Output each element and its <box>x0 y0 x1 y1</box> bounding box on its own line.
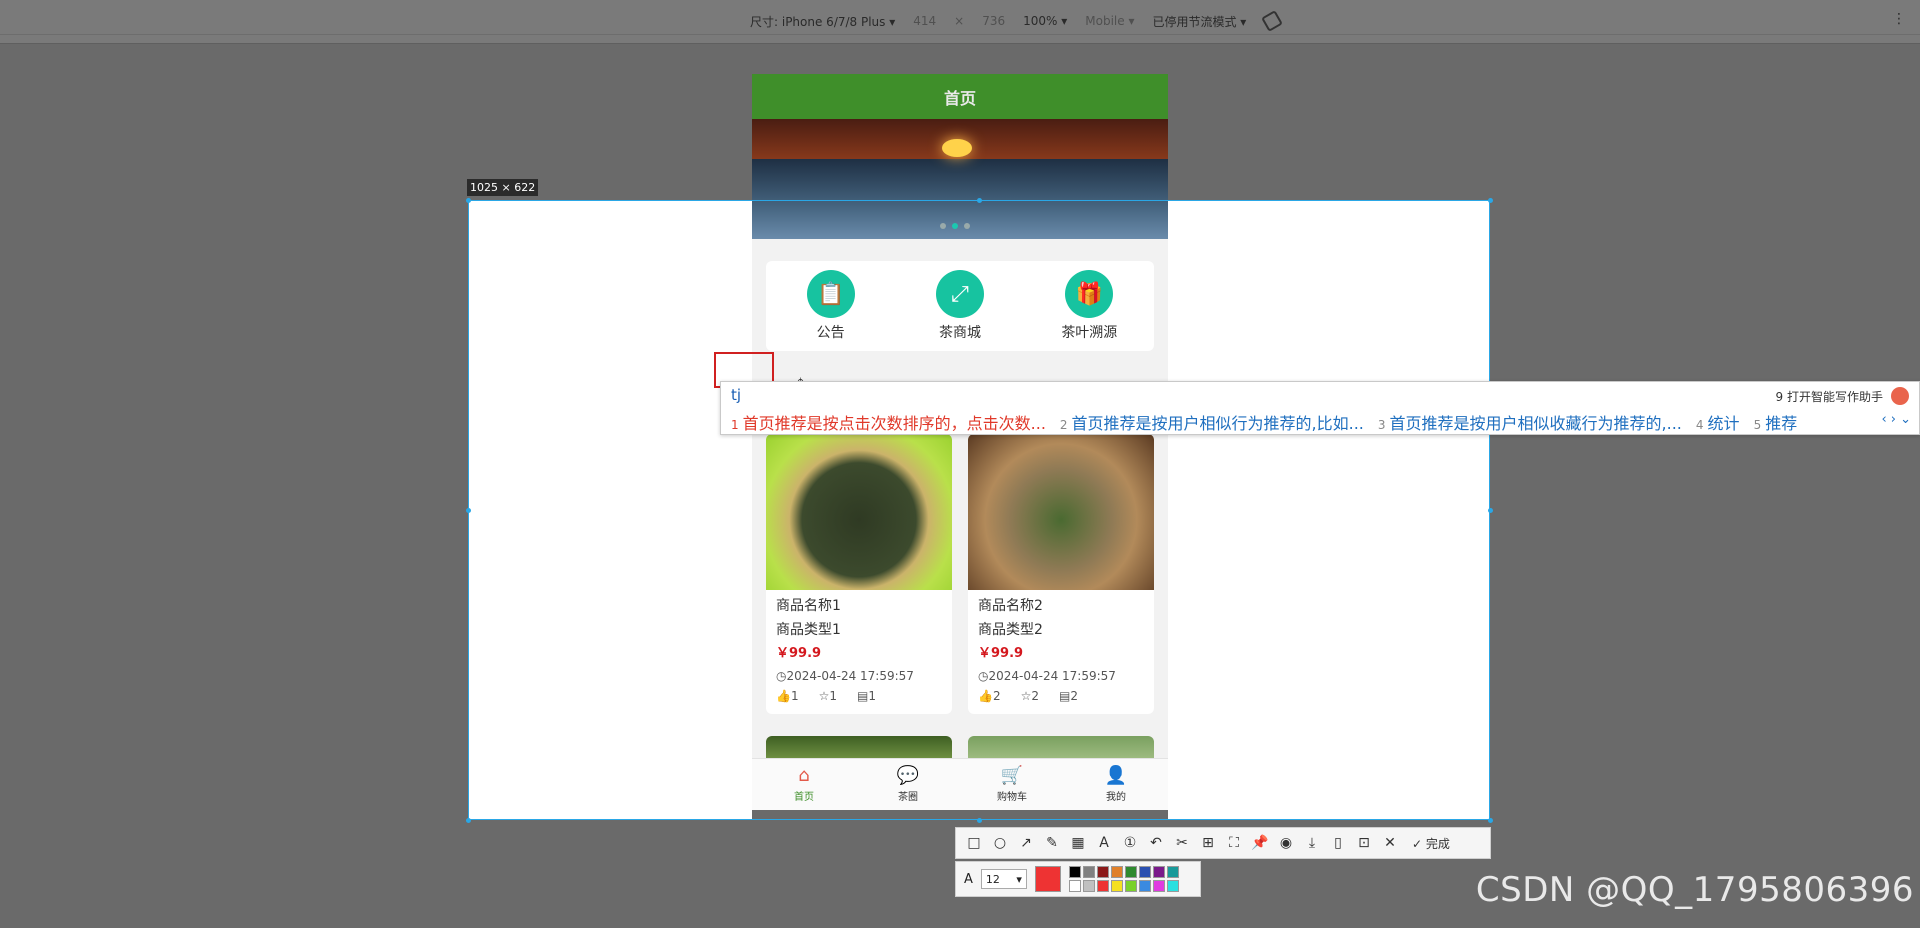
resize-handle[interactable] <box>466 818 471 823</box>
color-swatch[interactable] <box>1124 866 1137 878</box>
font-icon: A <box>964 871 973 887</box>
resize-handle[interactable] <box>977 818 982 823</box>
width-input[interactable]: 414 <box>913 14 936 28</box>
ime-candidates: 1 首页推荐是按点击次数排序的，点击次数... 2 首页推荐是按用户相似行为推荐的,… <box>731 410 1797 434</box>
phone-icon[interactable]: ▯ <box>1328 835 1348 851</box>
device-toolbar: 尺寸: iPhone 6/7/8 Plus ▾ 414 × 736 100% ▾… <box>750 10 1284 32</box>
resize-handle[interactable] <box>466 198 471 203</box>
font-size-select[interactable]: 12 ▾ <box>980 869 1027 889</box>
color-swatch[interactable] <box>1082 880 1095 892</box>
device-select[interactable]: 尺寸: iPhone 6/7/8 Plus ▾ <box>750 13 895 30</box>
ocr-icon[interactable]: ⛶ <box>1224 835 1244 851</box>
height-input[interactable]: 736 <box>982 14 1005 28</box>
color-swatch[interactable] <box>1138 866 1151 878</box>
text-style-toolbar: A 12 ▾ <box>955 861 1201 897</box>
color-swatch[interactable] <box>1166 880 1179 892</box>
color-swatch[interactable] <box>1096 866 1109 878</box>
arrow-icon[interactable]: ↗ <box>1016 835 1036 851</box>
rectangle-icon[interactable]: □ <box>964 835 984 851</box>
pin-icon[interactable]: 📌 <box>1250 835 1270 851</box>
resize-handle[interactable] <box>466 508 471 513</box>
color-palette <box>1068 866 1179 892</box>
download-icon[interactable]: ⤓ <box>1302 835 1322 851</box>
app-header: 首页 <box>752 74 1168 119</box>
throttle-select[interactable]: 已停用节流模式 ▾ <box>1152 13 1246 30</box>
color-swatch[interactable] <box>1138 880 1151 892</box>
bookmark-icon[interactable]: ⊡ <box>1354 835 1374 851</box>
resize-handle[interactable] <box>1488 198 1493 203</box>
ime-candidate[interactable]: 1 首页推荐是按点击次数排序的，点击次数... <box>731 410 1046 434</box>
color-swatch[interactable] <box>1082 866 1095 878</box>
ime-candidate-bar: tj 9 打开智能写作助手 1 首页推荐是按点击次数排序的，点击次数... 2 首页… <box>720 381 1920 435</box>
color-swatch[interactable] <box>1152 880 1165 892</box>
zoom-select[interactable]: 100% ▾ <box>1023 14 1067 28</box>
resize-handle[interactable] <box>977 198 982 203</box>
color-swatch[interactable] <box>1110 880 1123 892</box>
scissors-icon[interactable]: ✂ <box>1172 835 1192 851</box>
translate-icon[interactable]: ⊞ <box>1198 835 1218 851</box>
record-icon[interactable]: ◉ <box>1276 835 1296 851</box>
page-title: 首页 <box>943 88 976 108</box>
done-button[interactable]: ✓ 完成 <box>1412 835 1450 852</box>
devtools-toolbar: 尺寸: iPhone 6/7/8 Plus ▾ 414 × 736 100% ▾… <box>0 0 1920 44</box>
ime-input[interactable]: tj <box>731 386 741 404</box>
rotate-icon[interactable] <box>1261 10 1284 32</box>
resize-handle[interactable] <box>1488 818 1493 823</box>
watermark: CSDN @QQ_1795806396 <box>1475 870 1914 910</box>
times-sign: × <box>954 14 965 28</box>
text-tool-icon[interactable]: A <box>1094 835 1114 851</box>
color-swatch[interactable] <box>1068 880 1081 892</box>
ruler <box>0 34 1920 44</box>
ime-candidate[interactable]: 4 统计 <box>1696 410 1740 434</box>
color-swatch[interactable] <box>1124 880 1137 892</box>
chevron-down-icon: ▾ <box>1016 872 1022 886</box>
color-swatch[interactable] <box>1152 866 1165 878</box>
writing-assistant-link[interactable]: 9 打开智能写作助手 <box>1776 388 1883 405</box>
ime-candidate[interactable]: 3 首页推荐是按用户相似收藏行为推荐的,... <box>1378 410 1682 434</box>
ellipse-icon[interactable]: ○ <box>990 835 1010 851</box>
banner-sun <box>942 139 972 157</box>
color-swatch[interactable] <box>1068 866 1081 878</box>
current-color[interactable] <box>1034 866 1061 892</box>
undo-icon[interactable]: ↶ <box>1146 835 1166 851</box>
ime-page-arrows[interactable]: ‹ › ⌄ <box>1881 412 1911 427</box>
screenshot-toolbar: □ ○ ↗ ✎ ▦ A ① ↶ ✂ ⊞ ⛶ 📌 ◉ ⤓ ▯ ⊡ ✕ ✓ 完成 <box>955 827 1491 859</box>
ime-candidate[interactable]: 5 推荐 <box>1754 410 1798 434</box>
pencil-icon[interactable]: ✎ <box>1042 835 1062 851</box>
more-menu-icon[interactable]: ⋮ <box>1892 11 1906 27</box>
color-swatch[interactable] <box>1096 880 1109 892</box>
number-icon[interactable]: ① <box>1120 835 1140 851</box>
close-icon[interactable]: ✕ <box>1380 835 1400 851</box>
screenshot-selection[interactable] <box>468 200 1490 820</box>
selection-size-label: 1025 × 622 <box>467 179 539 196</box>
ime-candidate[interactable]: 2 首页推荐是按用户相似行为推荐的,比如... <box>1060 410 1364 434</box>
mode-select[interactable]: Mobile ▾ <box>1085 14 1134 28</box>
resize-handle[interactable] <box>1488 508 1493 513</box>
mosaic-icon[interactable]: ▦ <box>1068 835 1088 851</box>
color-swatch[interactable] <box>1166 866 1179 878</box>
assistant-icon[interactable] <box>1891 387 1909 405</box>
color-swatch[interactable] <box>1110 866 1123 878</box>
